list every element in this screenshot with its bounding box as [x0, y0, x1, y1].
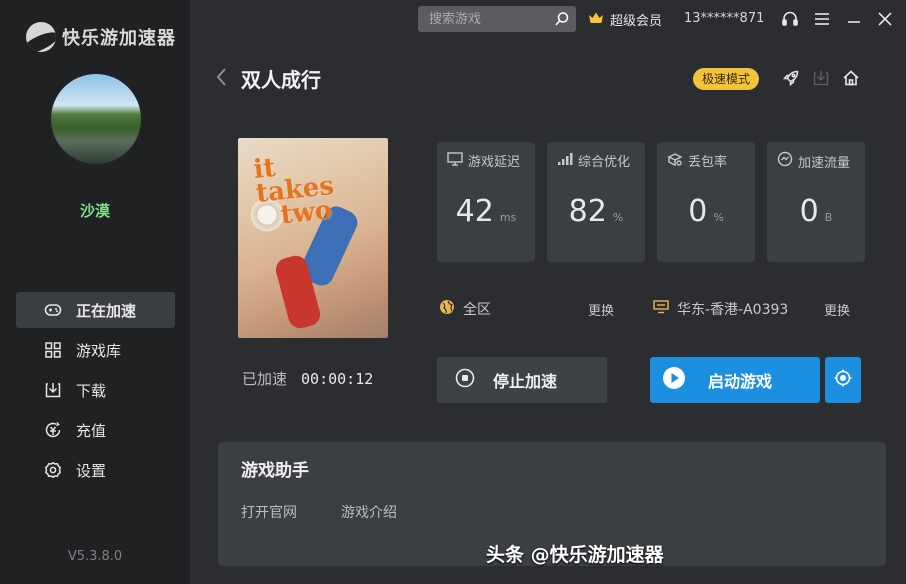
- game-cover: it takes two: [238, 138, 388, 338]
- stat-card-latency: 游戏延迟 42 ms: [437, 142, 535, 262]
- target-icon: [834, 369, 852, 391]
- main-panel: 超级会员 13******871 双人成行 极速模式 it takes: [190, 0, 906, 584]
- minimize-icon[interactable]: [845, 10, 863, 28]
- crown-icon: [588, 11, 604, 29]
- stop-label: 停止加速: [493, 372, 558, 391]
- stat-value: 42 ms: [455, 194, 517, 229]
- accelerated-time: 已加速 00:00:12: [242, 368, 373, 389]
- helper-title: 游戏助手: [241, 461, 309, 481]
- play-icon: [662, 366, 686, 394]
- download-icon: [44, 381, 62, 399]
- monitor-icon: [447, 151, 463, 170]
- change-region-link[interactable]: 更换: [588, 300, 614, 319]
- rocket-icon[interactable]: [781, 68, 801, 88]
- logo-icon: [26, 22, 56, 52]
- sidebar: 快乐游加速器 沙漠 正在加速 游戏库 下载 充值 设置 V5.3.8.0: [0, 0, 190, 584]
- game-intro-link[interactable]: 游戏介绍: [341, 502, 397, 522]
- start-game-button[interactable]: 启动游戏: [650, 357, 820, 403]
- sidebar-nav: 正在加速 游戏库 下载 充值 设置: [16, 292, 175, 492]
- speed-mode-badge[interactable]: 极速模式: [693, 68, 760, 90]
- stat-card-packet-loss: 丢包率 0%: [657, 142, 755, 262]
- stat-label: 丢包率: [688, 155, 728, 170]
- globe-icon: [439, 299, 455, 319]
- server-icon: [653, 300, 669, 318]
- back-icon[interactable]: [214, 66, 228, 88]
- elapsed-label: 已加速: [242, 370, 288, 388]
- sidebar-item-accelerating[interactable]: 正在加速: [16, 292, 175, 328]
- app-name: 快乐游加速器: [62, 28, 176, 49]
- search-icon[interactable]: [554, 11, 570, 27]
- locate-button[interactable]: [825, 357, 861, 403]
- avatar[interactable]: [51, 74, 141, 164]
- sidebar-item-label: 正在加速: [76, 301, 137, 320]
- app-logo: 快乐游加速器: [26, 22, 176, 52]
- grid-icon: [44, 341, 62, 359]
- account-phone[interactable]: 13******871: [684, 11, 764, 26]
- title-bar: 超级会员 13******871: [190, 0, 906, 38]
- server-label: 华东-香港-A0393: [677, 302, 789, 318]
- sidebar-item-download[interactable]: 下载: [16, 372, 175, 408]
- page-title: 双人成行: [241, 68, 321, 92]
- region-label: 全区: [463, 302, 491, 318]
- stat-value: 82%: [568, 194, 624, 229]
- username: 沙漠: [79, 202, 110, 220]
- download-disabled-icon[interactable]: [811, 68, 831, 88]
- sidebar-item-settings[interactable]: 设置: [16, 452, 175, 488]
- gear-icon: [44, 461, 62, 479]
- vip-label: 超级会员: [610, 14, 663, 29]
- stat-value: 0B: [799, 194, 833, 229]
- change-server-link[interactable]: 更换: [824, 300, 850, 319]
- start-label: 启动游戏: [708, 372, 773, 391]
- cover-logo: it takes two: [252, 153, 336, 231]
- stat-card-traffic: 加速流量 0B: [767, 142, 865, 262]
- gamepad-icon: [44, 301, 62, 319]
- signal-icon: [557, 152, 573, 170]
- sidebar-item-label: 游戏库: [76, 341, 122, 360]
- stop-acceleration-button[interactable]: 停止加速: [437, 357, 607, 403]
- official-site-link[interactable]: 打开官网: [241, 502, 297, 522]
- sidebar-item-label: 设置: [76, 461, 107, 480]
- menu-icon[interactable]: [813, 10, 831, 28]
- stat-label: 综合优化: [578, 155, 631, 170]
- region-selector: 全区: [439, 299, 491, 319]
- stop-icon: [455, 368, 475, 392]
- watermark: 头条 @快乐游加速器: [486, 544, 664, 566]
- headset-icon[interactable]: [781, 10, 799, 28]
- packet-icon: [667, 152, 683, 170]
- search-input[interactable]: [418, 6, 548, 32]
- stat-label: 游戏延迟: [468, 155, 521, 170]
- stat-value: 0%: [688, 194, 724, 229]
- home-icon[interactable]: [841, 68, 861, 88]
- vip-status[interactable]: 超级会员: [588, 10, 662, 29]
- sidebar-item-label: 充值: [76, 421, 107, 440]
- close-icon[interactable]: [876, 10, 894, 28]
- sidebar-item-library[interactable]: 游戏库: [16, 332, 175, 368]
- elapsed-time: 00:00:12: [301, 370, 374, 388]
- traffic-icon: [777, 151, 793, 171]
- stat-label: 加速流量: [798, 155, 851, 171]
- server-selector: 华东-香港-A0393: [653, 299, 788, 319]
- stat-card-optimization: 综合优化 82%: [547, 142, 645, 262]
- recharge-icon: [44, 421, 62, 439]
- sidebar-item-label: 下载: [76, 381, 107, 400]
- search-box: [418, 6, 576, 32]
- version-label: V5.3.8.0: [67, 549, 123, 564]
- sidebar-item-recharge[interactable]: 充值: [16, 412, 175, 448]
